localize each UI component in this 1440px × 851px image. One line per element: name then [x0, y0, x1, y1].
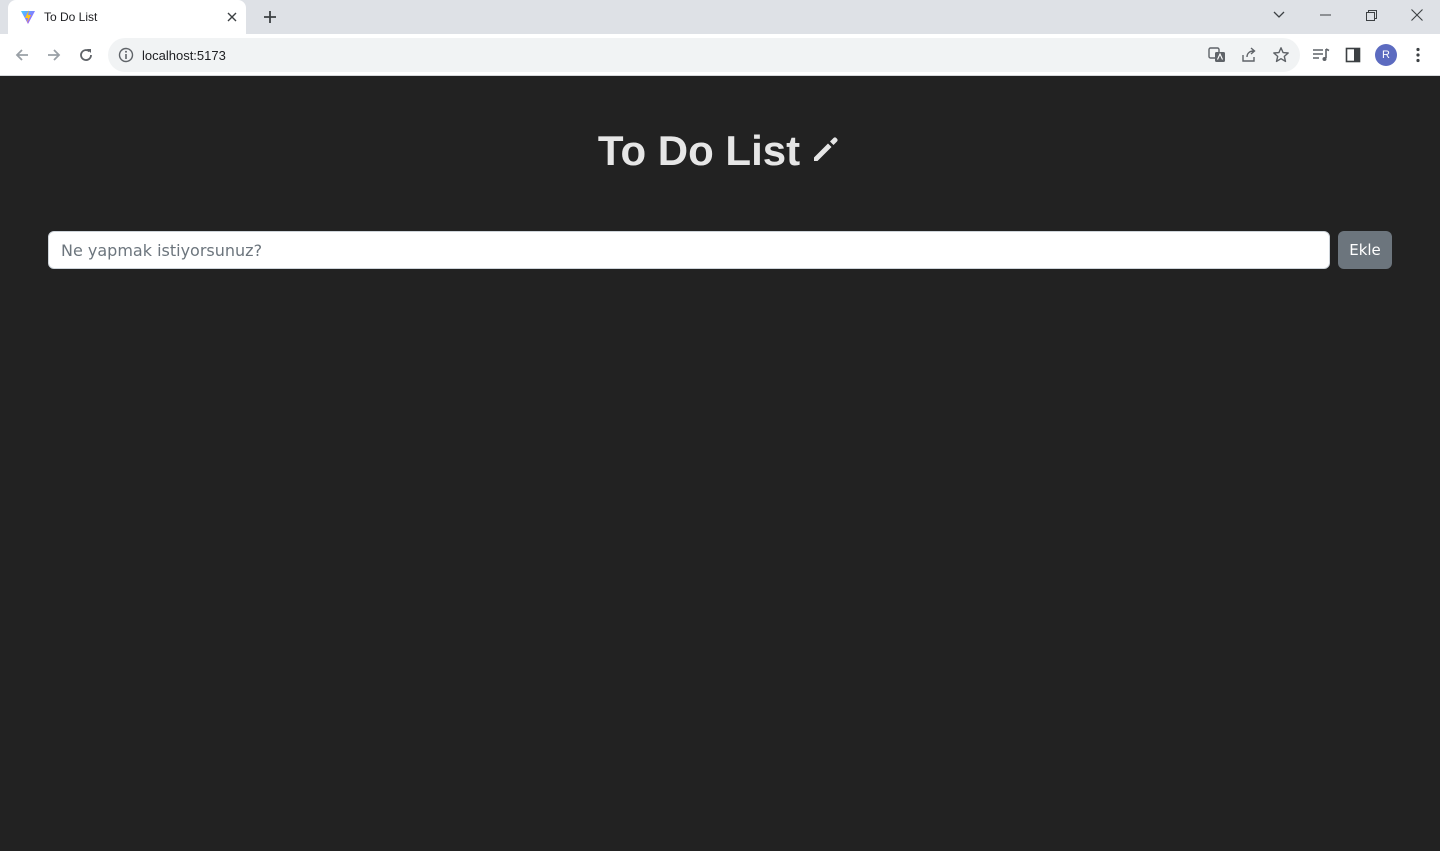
forward-arrow-icon[interactable]	[38, 39, 70, 71]
back-arrow-icon[interactable]	[6, 39, 38, 71]
tab-strip: To Do List	[0, 0, 1440, 34]
close-window-icon[interactable]	[1394, 0, 1440, 30]
side-panel-icon[interactable]	[1343, 45, 1363, 65]
todo-input[interactable]	[48, 231, 1330, 269]
close-icon[interactable]	[224, 9, 240, 25]
chevron-down-icon[interactable]	[1256, 0, 1302, 30]
minimize-icon[interactable]	[1302, 0, 1348, 30]
add-button[interactable]: Ekle	[1338, 231, 1392, 269]
more-vert-icon[interactable]	[1408, 45, 1428, 65]
media-queue-icon[interactable]	[1311, 45, 1331, 65]
restore-icon[interactable]	[1348, 0, 1394, 30]
tab-title: To Do List	[44, 10, 98, 24]
page-title-row: To Do List	[0, 123, 1440, 179]
star-icon[interactable]	[1272, 46, 1290, 64]
share-icon[interactable]	[1240, 46, 1258, 64]
pencil-icon	[810, 123, 842, 179]
vite-favicon-icon	[20, 9, 36, 25]
profile-avatar[interactable]: R	[1375, 44, 1397, 66]
info-icon[interactable]	[118, 47, 134, 63]
translate-icon[interactable]	[1208, 46, 1226, 64]
url-text: localhost:5173	[142, 48, 226, 63]
reload-icon[interactable]	[70, 39, 102, 71]
page-title: To Do List	[597, 127, 801, 174]
plus-icon[interactable]	[258, 5, 282, 29]
browser-tab[interactable]: To Do List	[8, 0, 246, 34]
address-bar[interactable]: localhost:5173	[108, 38, 1300, 72]
browser-toolbar: localhost:5173 R	[0, 34, 1440, 76]
todo-page: To Do List Ekle	[0, 77, 1440, 851]
